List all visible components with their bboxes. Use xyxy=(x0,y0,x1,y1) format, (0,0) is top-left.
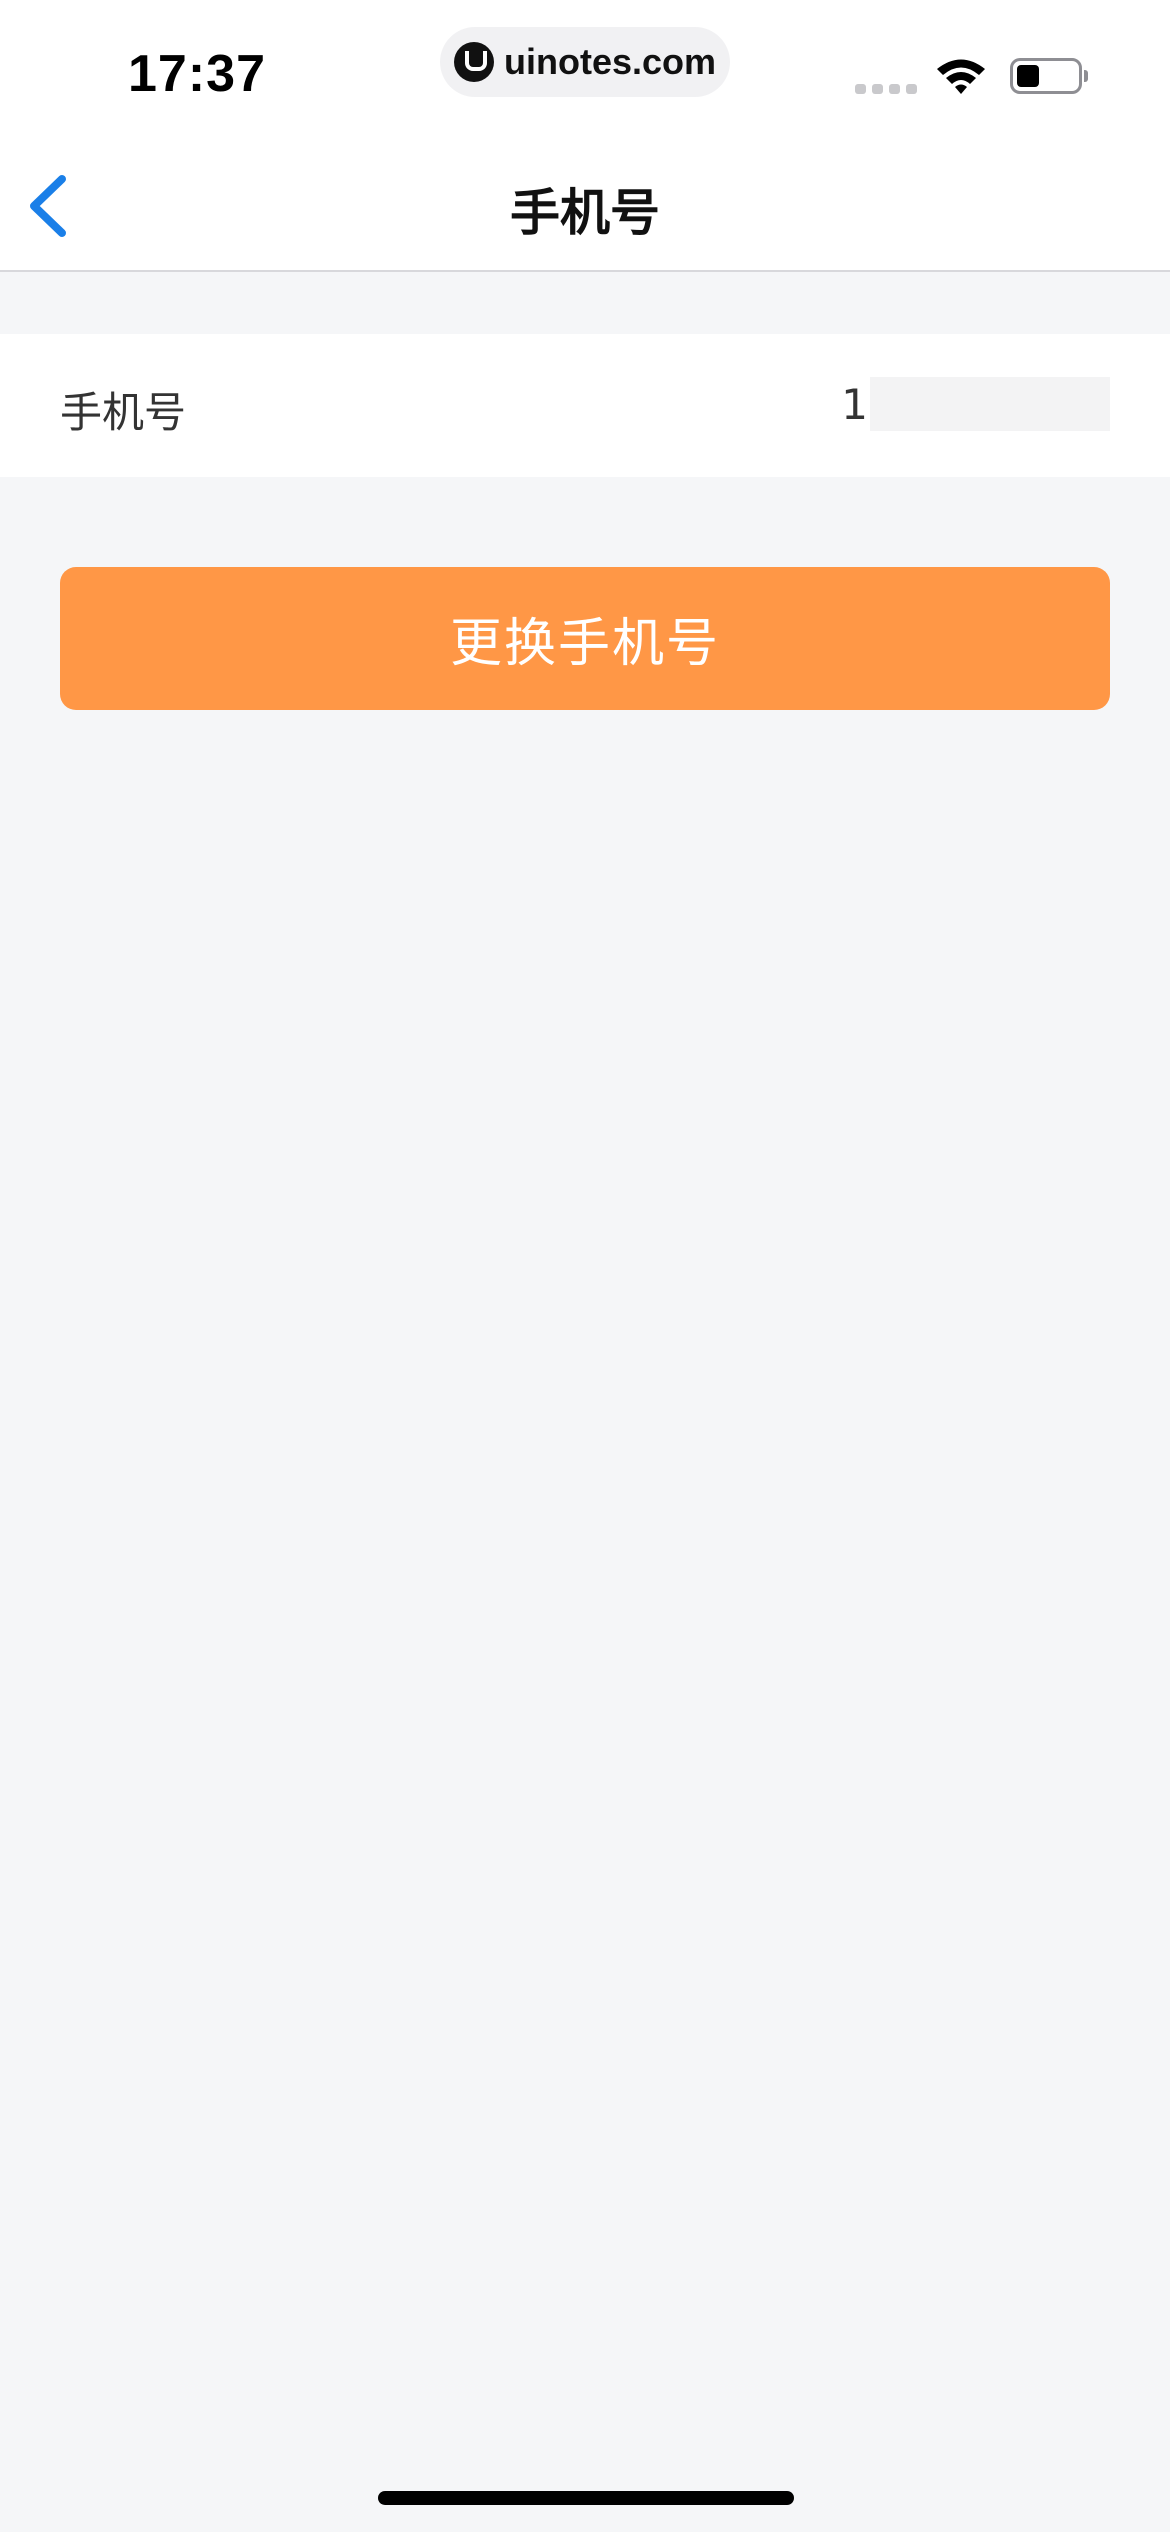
home-indicator[interactable] xyxy=(378,2491,794,2505)
cellular-signal-icon xyxy=(855,84,917,94)
phone-number-mask xyxy=(870,377,1110,431)
change-phone-button[interactable]: 更换手机号 xyxy=(60,567,1110,710)
battery-icon xyxy=(1010,58,1088,94)
watermark-pill: uinotes.com xyxy=(440,27,730,97)
phone-number-label: 手机号 xyxy=(60,388,187,437)
page-title: 手机号 xyxy=(510,184,660,242)
wifi-icon xyxy=(937,59,985,94)
status-time: 17:37 xyxy=(128,45,266,103)
watermark-text: uinotes.com xyxy=(503,41,717,82)
watermark-logo-icon xyxy=(453,42,494,82)
phone-number-value: 1 xyxy=(841,379,868,429)
phone-number-row: 手机号 1 xyxy=(0,334,1170,477)
phone-number-value-wrap: 1 xyxy=(841,377,1110,431)
status-bar: 17:37 uinotes.com xyxy=(0,0,1170,135)
navigation-bar: 手机号 xyxy=(0,135,1170,272)
